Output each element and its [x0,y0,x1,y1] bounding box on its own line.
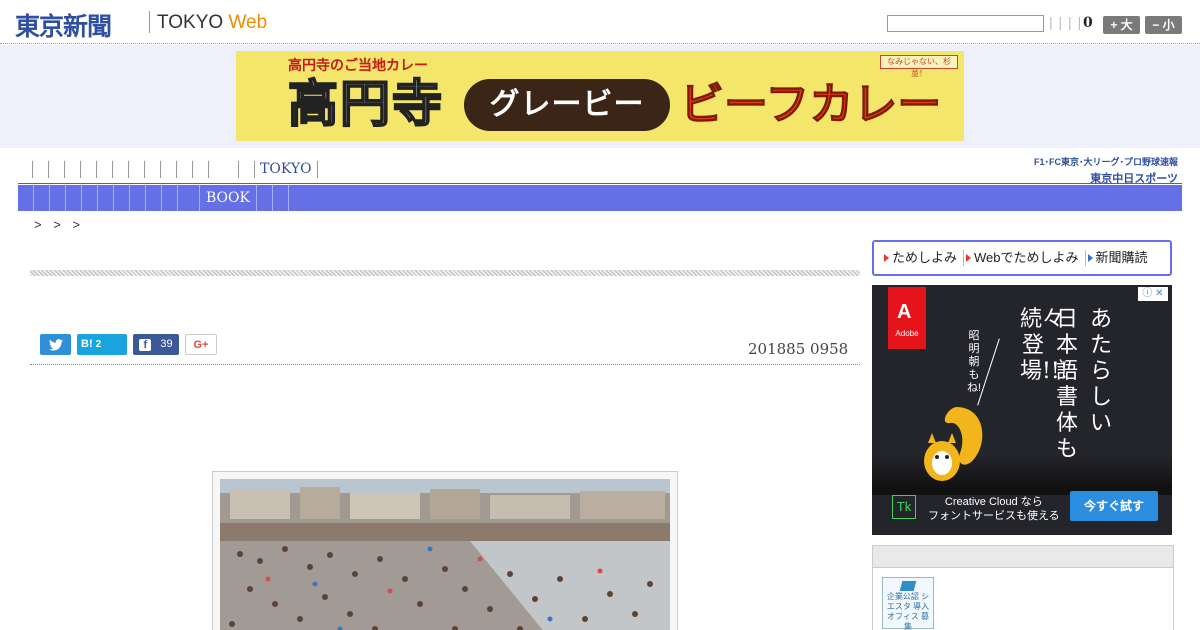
ad-cc-line1: Creative Cloud なら [944,496,1043,508]
subnav-item[interactable] [146,185,162,211]
adobe-a-icon: A [897,301,912,323]
chunichi-logo: 東京中日スポーツ [1090,173,1178,185]
nav-item[interactable] [32,161,48,178]
facebook-icon: f [139,339,152,351]
logo-web-word: Web [228,12,268,33]
nav-item[interactable] [208,161,238,178]
subnav-item[interactable] [18,185,34,211]
hatena-icon: B! [81,338,93,350]
nav-item[interactable] [144,161,160,178]
subnav-item[interactable] [82,185,98,211]
subnav-item[interactable] [273,185,289,211]
link-web-tameshiyomi[interactable]: Webでためしよみ [964,250,1086,266]
twitter-bird-icon [48,339,63,351]
publish-date: 201885 0958 [748,340,849,358]
search-input[interactable] [887,15,1044,32]
secondary-nav-items: BOOK [18,185,289,211]
subnav-item[interactable] [178,185,200,211]
adobe-brand: Adobe [895,329,919,338]
top-header: 東京新聞 TOKYO Web | | | | 0 + 大 − 小 [0,0,1200,44]
beach-photo-image [220,479,670,630]
squirrel-mascot-icon [924,407,983,481]
sidebar-box: 企業公認 シエスタ 導入オフィス 募集 [872,545,1174,630]
beach-crowd-photo[interactable] [220,479,670,630]
google-plus-button[interactable]: G+ [185,334,217,355]
nav-item-tokyo[interactable]: TOKYO [254,161,318,178]
adobe-logo: A Adobe [888,287,926,349]
twitter-share-button[interactable] [40,334,71,355]
banner-mini-badge: なみじゃない、杉並！ [880,55,958,78]
subnav-item[interactable] [98,185,114,211]
font-size-small-button[interactable]: − 小 [1145,16,1182,34]
try-now-button[interactable]: 今すぐ試す [1070,491,1158,521]
hatena-count: 2 [95,339,102,350]
tokyo-web-logo[interactable]: TOKYO Web [157,12,267,34]
ad-cc-line2: フォントサービスも使える [928,510,1060,522]
subnav-item[interactable] [114,185,130,211]
hatena-bookmark-button[interactable]: B! 2 [77,334,127,355]
header-separators: | | | | [1049,14,1083,30]
link-subscribe[interactable]: 新聞購読 [1086,250,1154,266]
subnav-item-book[interactable]: BOOK [200,185,257,211]
facebook-share-button[interactable]: f 39 [133,334,179,355]
primary-nav: TOKYO F1･FC東京･大リーグ･プロ野球速報 東京中日スポーツ [18,155,1182,186]
siesta-icon [899,581,917,591]
nav-item[interactable] [160,161,176,178]
chunichi-sports-link[interactable]: F1･FC東京･大リーグ･プロ野球速報 東京中日スポーツ [1034,155,1178,186]
header-count: 0 [1083,15,1093,31]
nav-item[interactable] [176,161,192,178]
subnav-item[interactable] [130,185,146,211]
sidebar-quick-links: ためしよみ Webでためしよみ 新聞購読 [872,240,1172,276]
share-buttons: B! 2 f 39 G+ [40,334,217,355]
siesta-office-badge[interactable]: 企業公認 シエスタ 導入オフィス 募集 [882,577,934,630]
subnav-item[interactable] [50,185,66,211]
ad-text-col1: あたらしい [1089,307,1112,436]
subnav-item[interactable] [257,185,273,211]
chunichi-tagline: F1･FC東京･大リーグ･プロ野球速報 [1033,157,1178,167]
subnav-item[interactable] [162,185,178,211]
logo-en: TOKYO [157,12,224,33]
breadcrumb[interactable]: > > > [34,217,84,232]
title-divider [30,270,860,276]
nav-item[interactable] [238,161,254,178]
nav-item[interactable] [64,161,80,178]
font-size-large-button[interactable]: + 大 [1103,16,1140,34]
ad-cc-text: Creative Cloud なら フォントサービスも使える [928,495,1060,523]
ad-text-col3: 続々登場!!! [1020,307,1069,384]
nav-item[interactable] [96,161,112,178]
nav-item[interactable] [48,161,64,178]
curry-banner-ad[interactable]: 高円寺のご当地カレー 高円寺 グレービー ビーフカレー なみじゃない、杉並！ [236,51,964,141]
tokyo-shimbun-logo[interactable]: 東京新聞 [15,7,112,43]
banner-title-pill: グレービー [464,79,670,131]
banner-zone: 高円寺のご当地カレー 高円寺 グレービー ビーフカレー なみじゃない、杉並！ [0,45,1200,148]
nav-item[interactable] [128,161,144,178]
secondary-nav: BOOK [18,185,1182,211]
nav-item[interactable] [192,161,208,178]
primary-nav-items: TOKYO [32,161,318,178]
nav-item[interactable] [112,161,128,178]
adobe-fonts-ad[interactable]: A Adobe ⓘ ✕ あたらしい 日本語書体も 続々登場!!! 昭明朝もね! … [872,285,1172,535]
adchoices-close-icon[interactable]: ⓘ ✕ [1138,287,1168,301]
banner-title-main: 高円寺 [287,75,444,133]
siesta-badge-text: 企業公認 シエスタ 導入オフィス 募集 [886,592,930,630]
link-tameshiyomi[interactable]: ためしよみ [882,250,965,266]
banner-subtitle: 高円寺のご当地カレー [288,57,428,73]
date-divider [30,364,860,365]
article-photo-frame [212,471,678,630]
logo-divider [149,11,150,33]
typekit-icon: Tk [892,495,916,519]
subnav-item[interactable] [34,185,50,211]
sidebar-box-header [873,546,1173,568]
nav-item[interactable] [80,161,96,178]
subnav-item[interactable] [66,185,82,211]
ad-small-text: 昭明朝もね! [966,330,982,394]
banner-title-tail: ビーフカレー [679,80,942,130]
facebook-count: 39 [160,338,173,350]
